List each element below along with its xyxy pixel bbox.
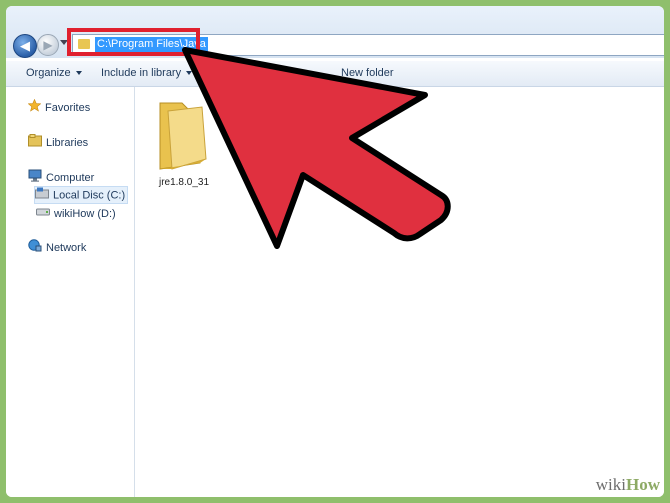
- sidebar-item-computer[interactable]: Computer: [28, 169, 94, 187]
- sidebar-item-local-disc[interactable]: Local Disc (C:): [34, 186, 128, 204]
- sidebar-item-label: Computer: [46, 171, 95, 184]
- explorer-window: ◀ ▶ C:\Program Files\Java Organize Inclu…: [6, 6, 664, 497]
- sidebar-item-libraries[interactable]: Libraries: [28, 134, 88, 152]
- include-in-library-label: Include in library: [101, 67, 182, 79]
- chevron-down-icon: [75, 71, 82, 76]
- forward-button[interactable]: ▶: [37, 34, 59, 56]
- file-list: jre1.8.0_31: [135, 87, 664, 497]
- address-bar-area: ◀ ▶ C:\Program Files\Java: [6, 6, 664, 58]
- back-button[interactable]: ◀: [13, 34, 37, 58]
- folder-label: jre1.8.0_31: [158, 177, 210, 188]
- organize-button[interactable]: Organize: [26, 61, 82, 86]
- star-icon: [27, 98, 42, 117]
- chevron-down-icon: [186, 71, 193, 76]
- sidebar-item-network[interactable]: Network: [28, 239, 86, 257]
- navigation-pane: Favorites Libraries Computer Local Disc …: [6, 87, 135, 497]
- network-icon: [28, 239, 42, 257]
- address-highlight-box: [67, 28, 200, 56]
- folder-item[interactable]: jre1.8.0_31: [152, 97, 216, 188]
- new-folder-button[interactable]: New folder: [341, 61, 394, 86]
- sidebar-item-favorites[interactable]: Favorites: [27, 98, 91, 117]
- drive-icon: [36, 206, 50, 222]
- libraries-icon: [28, 134, 42, 152]
- wikihow-watermark: wikiHow: [595, 475, 660, 494]
- organize-label: Organize: [26, 67, 71, 79]
- folder-icon: [159, 102, 207, 170]
- sidebar-item-label: Local Disc (C:): [53, 189, 126, 202]
- command-bar: Organize Include in library New folder: [6, 61, 664, 87]
- sidebar-item-label: Libraries: [46, 136, 89, 149]
- sidebar-item-label: wikiHow (D:): [54, 208, 116, 220]
- sidebar-item-label: Favorites: [45, 101, 91, 114]
- local-disk-icon: [35, 187, 49, 204]
- sidebar-item-wikihow-drive[interactable]: wikiHow (D:): [36, 206, 116, 222]
- sidebar-item-label: Network: [46, 241, 87, 254]
- computer-icon: [28, 169, 42, 187]
- include-in-library-button[interactable]: Include in library: [101, 61, 193, 86]
